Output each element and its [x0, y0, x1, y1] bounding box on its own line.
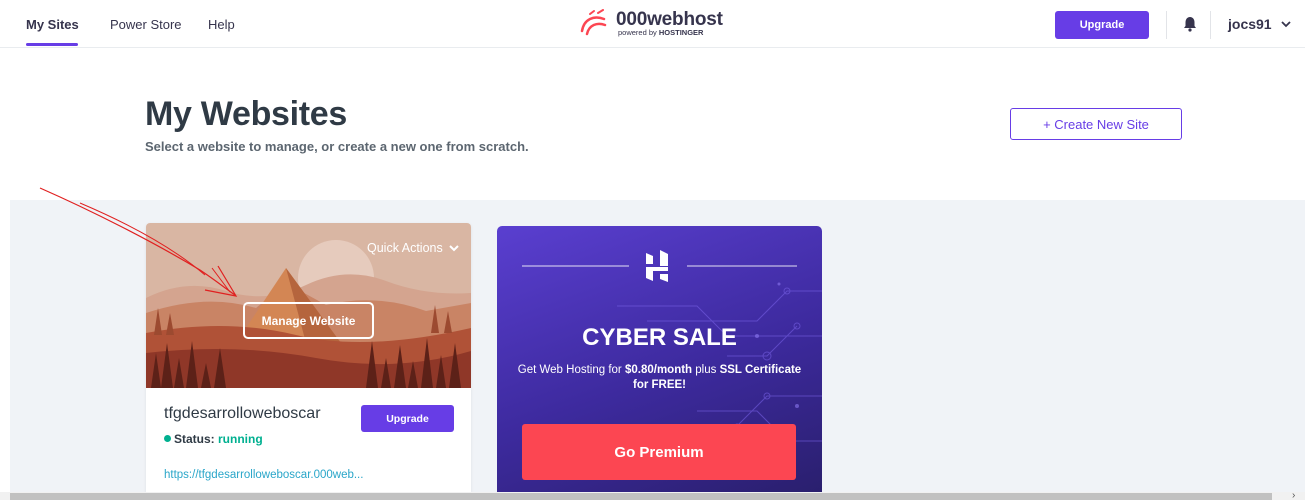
create-new-site-button[interactable]: + Create New Site: [1010, 108, 1182, 140]
site-url-link[interactable]: https://tfgdesarrolloweboscar.000web...: [164, 469, 363, 481]
divider: [1166, 11, 1167, 39]
nav-my-sites[interactable]: My Sites: [26, 17, 79, 32]
promo-description: Get Web Hosting for $0.80/month plus SSL…: [517, 363, 802, 393]
chevron-down-icon: [449, 245, 459, 252]
top-navigation-bar: My Sites Power Store Help 000webhost pow…: [0, 0, 1305, 48]
webhost-logo-icon: [580, 9, 607, 36]
go-premium-button[interactable]: Go Premium: [522, 424, 796, 480]
site-upgrade-button[interactable]: Upgrade: [361, 405, 454, 432]
status-label: Status:: [174, 432, 215, 446]
status-dot-icon: [164, 435, 171, 442]
site-status: Status: running: [164, 432, 263, 446]
chevron-down-icon[interactable]: [1281, 20, 1291, 28]
nav-help[interactable]: Help: [208, 17, 235, 32]
logo-sub-brand: HOSTINGER: [658, 28, 704, 37]
username[interactable]: jocs91: [1228, 16, 1272, 32]
nav-power-store[interactable]: Power Store: [110, 17, 182, 32]
promo-price: $0.80/month: [624, 364, 693, 376]
active-nav-indicator: [26, 43, 78, 46]
hostinger-logo-icon: [646, 250, 668, 282]
quick-actions-label: Quick Actions: [367, 241, 443, 255]
website-card: Quick Actions Manage Website tfgdesarrol…: [146, 223, 471, 492]
site-name: tfgdesarrolloweboscar: [164, 405, 321, 422]
upgrade-button[interactable]: Upgrade: [1055, 11, 1149, 39]
logo-sub-prefix: powered by: [618, 28, 657, 37]
logo-subtitle: powered by HOSTINGER: [618, 28, 703, 37]
promo-card: CYBER SALE Get Web Hosting for $0.80/mon…: [497, 226, 822, 492]
horizontal-scrollbar[interactable]: [0, 492, 1305, 500]
page-subtitle: Select a website to manage, or create a …: [145, 139, 529, 154]
page-title: My Websites: [145, 95, 348, 133]
divider: [1210, 11, 1211, 39]
scroll-right-arrow-icon[interactable]: ›: [1292, 490, 1295, 501]
quick-actions-toggle[interactable]: Quick Actions: [367, 241, 459, 255]
manage-website-button[interactable]: Manage Website: [243, 302, 374, 339]
promo-text-part1: Get Web Hosting for: [517, 364, 622, 376]
promo-title: CYBER SALE: [582, 324, 737, 351]
bell-icon[interactable]: [1183, 16, 1197, 32]
scrollbar-thumb[interactable]: [10, 493, 1272, 500]
status-value: running: [218, 432, 263, 446]
promo-text-part2: plus: [695, 364, 717, 376]
webhost-logo[interactable]: 000webhost powered by HOSTINGER: [578, 9, 723, 39]
